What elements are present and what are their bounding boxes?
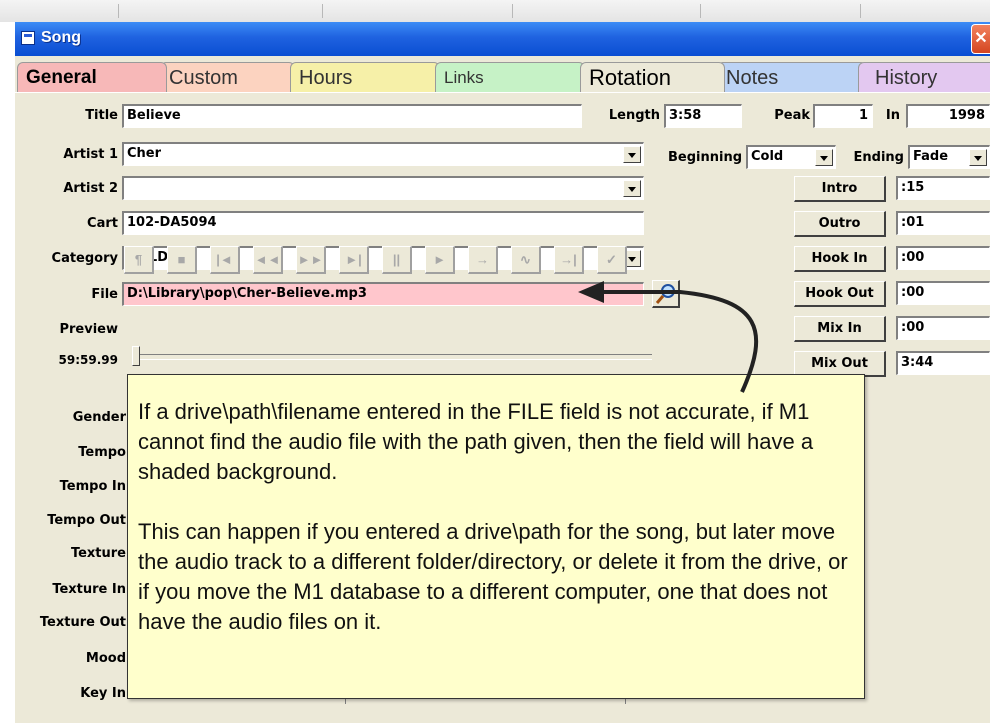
length-field[interactable]: 3:58 — [664, 104, 742, 128]
ending-select[interactable]: Fade — [908, 145, 990, 169]
tempo-in-label: Tempo In — [59, 479, 126, 494]
tab-custom[interactable]: Custom — [160, 62, 295, 92]
hook-out-field[interactable]: :00 — [896, 281, 990, 305]
peak-value: 1 — [858, 108, 868, 123]
length-label: Length — [608, 108, 660, 123]
window-icon — [21, 31, 35, 45]
callout-paragraph-2: This can happen if you entered a drive\p… — [138, 519, 848, 634]
texture-in-label: Texture In — [52, 582, 126, 597]
chevron-down-icon[interactable] — [623, 180, 641, 197]
category-label: Category — [51, 251, 118, 266]
rewind-icon[interactable]: ◄◄ — [253, 246, 283, 274]
skip-start-icon[interactable]: |◄ — [210, 246, 240, 274]
magnifier-icon — [655, 284, 675, 304]
mix-in-button[interactable]: Mix In — [794, 316, 886, 342]
beginning-select[interactable]: Cold — [746, 145, 836, 169]
tempo-label: Tempo — [78, 445, 126, 460]
outro-button[interactable]: Outro — [794, 211, 886, 237]
gender-label: Gender — [72, 410, 126, 425]
title-field[interactable]: Believe — [122, 104, 582, 128]
file-field[interactable]: D:\Library\pop\Cher-Believe.mp3 — [122, 282, 644, 306]
hook-in-field[interactable]: :00 — [896, 246, 990, 270]
back-icon[interactable]: ¶ — [124, 246, 154, 274]
hook-icon[interactable]: ∿ — [511, 246, 541, 274]
position-time: 59:59.99 — [58, 353, 118, 367]
checkmark-icon[interactable]: ✓ — [597, 246, 627, 274]
window-title: Song — [41, 29, 81, 46]
artist2-select[interactable] — [122, 176, 644, 200]
play-icon[interactable]: ► — [425, 246, 455, 274]
position-slider-track[interactable] — [132, 354, 652, 360]
hook-in-button[interactable]: Hook In — [794, 246, 886, 272]
chevron-down-icon[interactable] — [623, 146, 641, 163]
intro-button[interactable]: Intro — [794, 176, 886, 202]
stop-icon[interactable]: ■ — [167, 246, 197, 274]
chevron-down-icon[interactable] — [815, 149, 833, 166]
artist1-value: Cher — [127, 146, 162, 161]
jump-arrow-icon[interactable]: → — [468, 246, 498, 274]
callout-paragraph-1: If a drive\path\filename entered in the … — [138, 399, 814, 484]
ending-value: Fade — [913, 149, 949, 164]
tempo-out-label: Tempo Out — [47, 513, 126, 528]
artist1-label: Artist 1 — [63, 147, 118, 162]
year-value: 1998 — [948, 108, 985, 123]
tab-rotation[interactable]: Rotation — [580, 62, 725, 92]
skip-end-icon[interactable]: ►| — [339, 246, 369, 274]
outro-field[interactable]: :01 — [896, 211, 990, 235]
position-slider-thumb[interactable] — [132, 346, 140, 366]
peak-label: Peak — [774, 108, 810, 123]
artist2-label: Artist 2 — [63, 181, 118, 196]
tab-history[interactable]: History — [858, 62, 990, 92]
artist1-select[interactable]: Cher — [122, 142, 644, 166]
file-label: File — [91, 287, 118, 302]
cart-field[interactable]: 102-DA5094 — [122, 211, 644, 235]
cart-label: Cart — [87, 216, 118, 231]
chevron-down-icon[interactable] — [969, 149, 987, 166]
beginning-value: Cold — [751, 149, 784, 164]
title-label: Title — [85, 108, 118, 123]
skip-arrow-icon[interactable]: →| — [554, 246, 584, 274]
mood-label: Mood — [85, 651, 126, 666]
mix-out-field[interactable]: 3:44 — [896, 351, 990, 375]
preview-label: Preview — [59, 322, 118, 337]
tab-hours[interactable]: Hours — [290, 62, 440, 92]
beginning-label: Beginning — [667, 150, 742, 165]
ending-label: Ending — [853, 150, 904, 165]
texture-label: Texture — [70, 546, 126, 561]
tab-links[interactable]: Links — [435, 62, 585, 92]
tab-notes[interactable]: Notes — [717, 62, 867, 92]
background-toolbar-strip — [0, 0, 990, 22]
title-bar: Song ✕ — [15, 22, 990, 56]
year-field[interactable]: 1998 — [906, 104, 990, 128]
explanation-callout: If a drive\path\filename entered in the … — [127, 374, 865, 699]
browse-file-button[interactable] — [652, 280, 680, 308]
pause-icon[interactable]: || — [382, 246, 412, 274]
peak-field[interactable]: 1 — [813, 104, 873, 128]
mix-in-field[interactable]: :00 — [896, 316, 990, 340]
fast-forward-icon[interactable]: ►► — [296, 246, 326, 274]
in-label: In — [885, 108, 900, 123]
tab-general[interactable]: General — [17, 62, 167, 92]
hook-out-button[interactable]: Hook Out — [794, 281, 886, 307]
texture-out-label: Texture Out — [39, 615, 126, 630]
key-in-label: Key In — [80, 686, 126, 701]
close-button[interactable]: ✕ — [971, 24, 990, 54]
intro-field[interactable]: :15 — [896, 176, 990, 200]
